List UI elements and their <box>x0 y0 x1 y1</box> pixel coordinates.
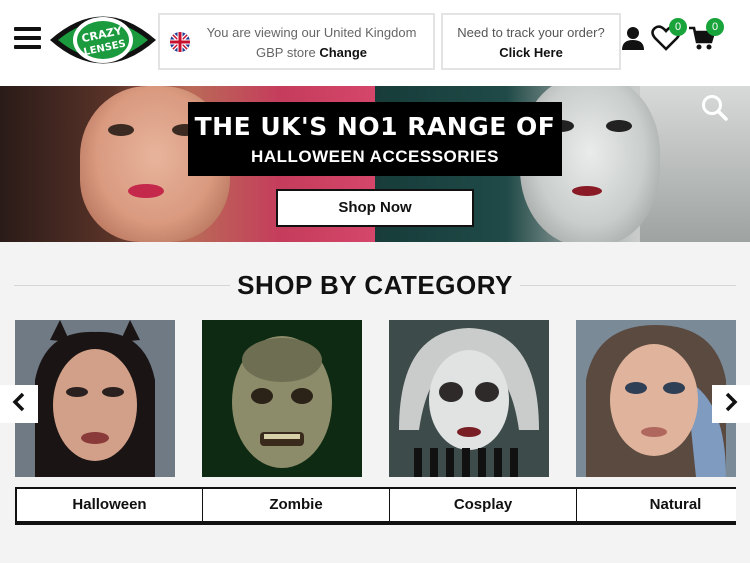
site-logo[interactable]: CRAZY LENSES <box>48 7 158 73</box>
shop-now-button[interactable]: Shop Now <box>276 189 474 227</box>
divider-right <box>520 285 736 286</box>
user-icon[interactable] <box>621 26 645 50</box>
track-order-text: Need to track your order? <box>457 25 605 40</box>
uk-flag-icon <box>170 32 190 52</box>
category-section-header: SHOP BY CATEGORY <box>14 270 736 302</box>
hero-subtitle: HALLOWEEN ACCESSORIES <box>251 147 499 166</box>
cart-count-badge: 0 <box>706 18 724 36</box>
menu-icon[interactable] <box>14 27 41 51</box>
carousel-prev-button[interactable] <box>0 385 38 423</box>
store-selector[interactable]: You are viewing our United Kingdom GBP s… <box>158 13 435 70</box>
change-store-link[interactable]: Change <box>319 45 367 60</box>
store-info-text: You are viewing our United Kingdom <box>206 25 417 40</box>
category-image-halloween[interactable] <box>15 320 175 477</box>
category-label-halloween[interactable]: Halloween <box>15 487 202 525</box>
category-image-zombie[interactable] <box>202 320 362 477</box>
category-label-natural[interactable]: Natural <box>576 487 736 525</box>
hero-title: THE UK'S NO1 RANGE OF <box>194 112 556 141</box>
store-currency-text: GBP store <box>255 45 316 60</box>
category-image-cosplay[interactable] <box>389 320 549 477</box>
carousel-next-button[interactable] <box>712 385 750 423</box>
wishlist-count-badge: 0 <box>669 18 687 36</box>
category-label-cosplay[interactable]: Cosplay <box>389 487 576 525</box>
chevron-right-icon <box>723 392 739 417</box>
hero-headline-box: THE UK'S NO1 RANGE OF HALLOWEEN ACCESSOR… <box>188 102 562 176</box>
track-order-link[interactable]: Click Here <box>443 45 619 60</box>
site-header: CRAZY LENSES You are viewing our United … <box>0 0 750 86</box>
track-order-box[interactable]: Need to track your order? Click Here <box>441 13 621 70</box>
category-label-zombie[interactable]: Zombie <box>202 487 389 525</box>
search-icon[interactable] <box>700 93 730 123</box>
chevron-left-icon <box>11 392 27 417</box>
